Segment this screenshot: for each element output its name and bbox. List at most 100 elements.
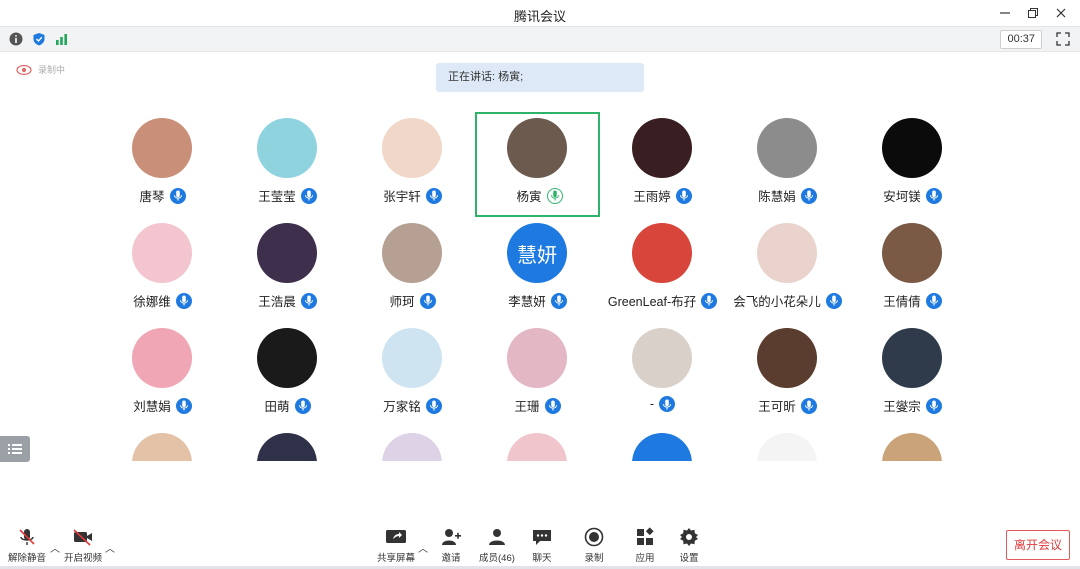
add-user-icon: [440, 527, 462, 547]
participant-name: 刘慧娟: [133, 400, 171, 414]
members-button[interactable]: 成员(46): [479, 527, 515, 564]
participant-tile[interactable]: 慧妍 李慧妍: [475, 217, 600, 322]
participant-tile[interactable]: 王浩晨: [225, 217, 350, 322]
avatar: [882, 328, 942, 388]
status-bar: 00:37: [0, 26, 1080, 52]
participant-tile[interactable]: 师珂: [350, 217, 475, 322]
share-screen-label: 共享屏幕: [377, 553, 416, 564]
audio-options-chevron-icon[interactable]: ︿: [50, 540, 60, 555]
participant-tile[interactable]: [225, 427, 350, 461]
participant-tile[interactable]: 王燮宗: [850, 322, 975, 427]
participant-tile[interactable]: [725, 427, 850, 461]
participant-tile[interactable]: 王可昕: [725, 322, 850, 427]
recording-label: 录制中: [38, 65, 66, 75]
participant-tile[interactable]: 安坷镁: [850, 112, 975, 217]
participant-name-row: 王可昕: [725, 396, 850, 415]
recording-icon: [16, 64, 32, 75]
participant-tile[interactable]: 唐琴: [100, 112, 225, 217]
mic-icon: [300, 187, 317, 204]
avatar: [257, 328, 317, 388]
participant-tile[interactable]: 杨寅: [475, 112, 600, 217]
participant-tile[interactable]: 王莹莹: [225, 112, 350, 217]
participant-name: 王倩倩: [883, 295, 921, 309]
mic-icon: [659, 396, 676, 412]
avatar: [382, 118, 442, 178]
avatar: [132, 118, 192, 178]
participant-tile[interactable]: 张宇轩: [350, 112, 475, 217]
restore-icon[interactable]: [1022, 4, 1044, 22]
participant-name-row: 师珂: [350, 291, 475, 310]
title-bar: 腾讯会议: [0, 0, 1080, 26]
mic-muted-icon: [16, 527, 38, 547]
participant-name: 王浩晨: [258, 295, 296, 309]
fullscreen-icon[interactable]: [1054, 30, 1072, 48]
participant-tile[interactable]: -: [600, 322, 725, 427]
avatar: [507, 328, 567, 388]
start-video-button[interactable]: 开启视频: [64, 527, 102, 564]
participant-name: 师珂: [389, 295, 415, 309]
members-icon: [486, 527, 508, 547]
unmute-button[interactable]: 解除静音: [8, 527, 46, 564]
participant-tile[interactable]: [100, 427, 225, 461]
participant-name-row: 王雨婷: [600, 186, 725, 205]
participant-tile[interactable]: 田萌: [225, 322, 350, 427]
close-icon[interactable]: [1050, 4, 1072, 22]
info-icon[interactable]: [8, 31, 24, 47]
avatar: [257, 223, 317, 283]
participant-name-row: 王倩倩: [850, 291, 975, 310]
avatar: [132, 328, 192, 388]
avatar: [382, 328, 442, 388]
apps-button[interactable]: 应用: [634, 527, 656, 564]
avatar: [257, 433, 317, 461]
mic-icon: [175, 397, 192, 414]
participant-name-row: 杨寅: [477, 186, 602, 205]
participant-tile[interactable]: 王倩倩: [850, 217, 975, 322]
avatar: [132, 223, 192, 283]
participant-name: 唐琴: [139, 190, 165, 204]
participant-tile[interactable]: [350, 427, 475, 461]
invite-button[interactable]: 邀请: [440, 527, 462, 564]
participant-tile[interactable]: [850, 427, 975, 461]
participant-tile[interactable]: 刘慧娟: [100, 322, 225, 427]
shield-icon[interactable]: [31, 31, 47, 47]
participant-name-row: 刘慧娟: [100, 396, 225, 415]
signal-icon[interactable]: [54, 31, 70, 47]
record-button[interactable]: 录制: [583, 527, 605, 564]
unmute-label: 解除静音: [8, 553, 47, 564]
participant-tile[interactable]: 王雨婷: [600, 112, 725, 217]
participant-name-row: 万家铭: [350, 396, 475, 415]
avatar-text: 慧妍: [517, 244, 557, 267]
member-list-toggle[interactable]: [0, 436, 30, 462]
participant-tile[interactable]: [600, 427, 725, 461]
video-options-chevron-icon[interactable]: ︿: [105, 540, 115, 555]
participant-name: 陈慧娟: [758, 190, 796, 204]
participant-name-row: 王燮宗: [850, 396, 975, 415]
participant-name: 徐娜维: [133, 295, 171, 309]
participant-tile[interactable]: 万家铭: [350, 322, 475, 427]
settings-button[interactable]: 设置: [678, 527, 700, 564]
participant-tile[interactable]: [475, 427, 600, 461]
share-screen-button[interactable]: 共享屏幕: [377, 527, 415, 564]
minimize-icon[interactable]: [994, 4, 1016, 22]
avatar: [632, 328, 692, 388]
participant-tile[interactable]: 徐娜维: [100, 217, 225, 322]
avatar: [507, 118, 567, 178]
mic-icon: [300, 292, 317, 309]
participant-tile[interactable]: 会飞的小花朵儿: [725, 217, 850, 322]
avatar: [632, 118, 692, 178]
leave-meeting-button[interactable]: 离开会议: [1006, 530, 1070, 560]
participant-tile[interactable]: 陈慧娟: [725, 112, 850, 217]
start-video-label: 开启视频: [64, 553, 103, 564]
settings-label: 设置: [679, 553, 699, 564]
chat-button[interactable]: 聊天: [531, 527, 553, 564]
apps-label: 应用: [635, 553, 655, 564]
invite-label: 邀请: [441, 553, 461, 564]
chat-icon: [531, 527, 553, 547]
participant-name: -: [649, 397, 655, 411]
participant-tile[interactable]: GreenLeaf-布孖: [600, 217, 725, 322]
mic-icon: [825, 292, 842, 309]
share-options-chevron-icon[interactable]: ︿: [418, 540, 428, 555]
avatar: [382, 433, 442, 461]
participant-tile[interactable]: 王珊: [475, 322, 600, 427]
share-screen-icon: [385, 527, 407, 547]
